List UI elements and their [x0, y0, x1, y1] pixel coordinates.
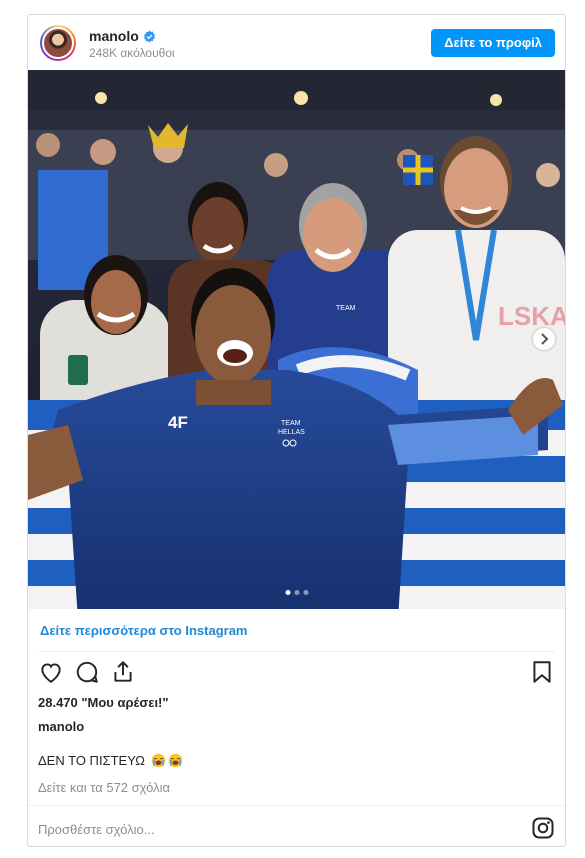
svg-text:TEAM: TEAM [281, 420, 301, 427]
followers-count: 248K ακόλουθοι [89, 46, 175, 60]
verified-badge-icon [143, 30, 155, 43]
caption: ΔΕΝ ΤΟ ΠΙΣΤΕΥΩ [38, 753, 183, 768]
carousel-dot [303, 590, 308, 595]
post-header: manolo 248K ακόλουθοι Δείτε το προφίλ [28, 15, 565, 70]
username[interactable]: manolo [89, 28, 156, 44]
view-more-on-instagram-link[interactable]: Δείτε περισσότερα στο Instagram [40, 623, 248, 638]
share-icon[interactable] [110, 659, 136, 685]
caption-text: ΔΕΝ ΤΟ ΠΙΣΤΕΥΩ [38, 753, 145, 768]
svg-text:TEAM: TEAM [336, 305, 356, 312]
heart-icon[interactable] [38, 659, 64, 685]
crying-face-emoji [168, 753, 182, 768]
caption-username[interactable]: manolo [38, 719, 84, 734]
chevron-right-icon [541, 333, 549, 345]
carousel-indicator [285, 590, 308, 595]
carousel-dot-active [285, 590, 290, 595]
avatar-image [42, 27, 74, 59]
instagram-logo-icon[interactable] [531, 816, 555, 840]
svg-text:LSKA: LSKA [498, 301, 565, 331]
comment-icon[interactable] [74, 659, 100, 685]
carousel-next-button[interactable] [533, 328, 555, 350]
username-text[interactable]: manolo [89, 28, 139, 44]
view-all-comments-link[interactable]: Δείτε και τα 572 σχόλια [38, 780, 170, 795]
add-comment-input[interactable] [38, 817, 478, 841]
likes-count[interactable]: 28.470 "Μου αρέσει!" [38, 695, 169, 710]
action-bar [38, 659, 555, 687]
divider [38, 651, 555, 652]
instagram-embed: manolo 248K ακόλουθοι Δείτε το προφίλ TE… [27, 14, 566, 847]
svg-text:4F: 4F [168, 413, 188, 432]
carousel-dot [294, 590, 299, 595]
divider [28, 805, 565, 806]
crying-face-emoji [151, 753, 165, 768]
avatar[interactable] [40, 25, 76, 61]
view-profile-button[interactable]: Δείτε το προφίλ [431, 29, 555, 57]
photo-of-celebrating-greek-athlete: TEAM LSKA 4F TEAM HELLAS [28, 70, 565, 609]
bookmark-icon[interactable] [529, 659, 555, 685]
post-photo[interactable]: TEAM LSKA 4F TEAM HELLAS [28, 70, 565, 609]
svg-text:HELLAS: HELLAS [278, 429, 305, 436]
